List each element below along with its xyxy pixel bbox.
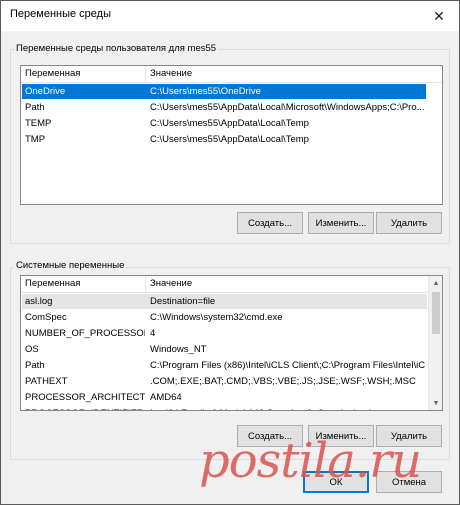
- column-separator[interactable]: [145, 66, 146, 83]
- cancel-button[interactable]: Отмена: [376, 471, 442, 493]
- environment-variables-dialog: Переменные среды ✕ Переменные среды поль…: [0, 0, 460, 505]
- title-bar[interactable]: Переменные среды ✕: [1, 1, 459, 31]
- list-row[interactable]: Path C:\Program Files (x86)\Intel\iCLS Cl…: [22, 358, 427, 373]
- list-row[interactable]: PROCESSOR_IDENTIFIER Intel64 Family 6 Mod…: [22, 406, 427, 410]
- column-header-value[interactable]: Значение: [150, 278, 192, 289]
- system-edit-button[interactable]: Изменить...: [308, 425, 374, 447]
- user-edit-button[interactable]: Изменить...: [308, 212, 374, 234]
- scroll-up-icon[interactable]: ▲: [429, 276, 442, 290]
- user-create-button[interactable]: Создать...: [237, 212, 303, 234]
- list-row[interactable]: OneDrive C:\Users\mes55\OneDrive: [22, 84, 426, 99]
- list-row[interactable]: ComSpec C:\Windows\system32\cmd.exe: [22, 310, 427, 325]
- variable-value: Destination=file: [150, 296, 216, 307]
- variable-name: PATHEXT: [25, 376, 68, 387]
- variable-value: C:\Users\mes55\OneDrive: [150, 86, 261, 97]
- close-icon[interactable]: ✕: [419, 1, 459, 31]
- user-delete-button[interactable]: Удалить: [376, 212, 442, 234]
- column-header-value[interactable]: Значение: [150, 68, 192, 79]
- variable-value: C:\Windows\system32\cmd.exe: [150, 312, 283, 323]
- scroll-down-icon[interactable]: ▼: [429, 396, 442, 410]
- system-list-scrollbar[interactable]: ▲ ▼: [428, 276, 442, 410]
- variable-name: Path: [25, 360, 45, 371]
- user-variables-list[interactable]: Переменная Значение OneDrive C:\Users\mes…: [20, 65, 443, 205]
- variable-name: TMP: [25, 134, 46, 145]
- variable-value: C:\Program Files (x86)\Intel\iCLS Client…: [150, 360, 425, 371]
- system-delete-button[interactable]: Удалить: [376, 425, 442, 447]
- list-row[interactable]: asl.log Destination=file: [22, 294, 427, 309]
- variable-name: NUMBER_OF_PROCESSORS: [25, 328, 145, 339]
- list-row[interactable]: Path C:\Users\mes55\AppData\Local\Microso…: [22, 100, 426, 115]
- system-variables-list[interactable]: Переменная Значение asl.log Destination=f…: [20, 275, 443, 411]
- scrollbar-thumb[interactable]: [432, 292, 440, 334]
- list-row[interactable]: OS Windows_NT: [22, 342, 427, 357]
- list-row[interactable]: TEMP C:\Users\mes55\AppData\Local\Temp: [22, 116, 426, 131]
- variable-name: asl.log: [25, 296, 53, 307]
- system-variables-label: Системные переменные: [14, 260, 127, 271]
- variable-value: AMD64: [150, 392, 182, 403]
- list-row[interactable]: TMP C:\Users\mes55\AppData\Local\Temp: [22, 132, 426, 147]
- variable-value: Windows_NT: [150, 344, 207, 355]
- column-header-variable[interactable]: Переменная: [25, 68, 80, 79]
- variable-value: Intel64 Family 6 Model 142 Stepping 9, G…: [150, 406, 425, 410]
- list-row[interactable]: PROCESSOR_ARCHITECTURE AMD64: [22, 390, 427, 405]
- user-list-header: Переменная Значение: [21, 66, 442, 83]
- variable-name: PROCESSOR_IDENTIFIER: [25, 406, 145, 410]
- ok-button[interactable]: ОК: [303, 471, 369, 493]
- variable-value: C:\Users\mes55\AppData\Local\Temp: [150, 118, 309, 129]
- variable-name: OS: [25, 344, 39, 355]
- variable-value: C:\Users\mes55\AppData\Local\Temp: [150, 134, 309, 145]
- column-separator[interactable]: [145, 276, 146, 293]
- variable-value: .COM;.EXE;.BAT;.CMD;.VBS;.VBE;.JS;.JSE;.…: [150, 376, 416, 387]
- list-row[interactable]: NUMBER_OF_PROCESSORS 4: [22, 326, 427, 341]
- variable-name: OneDrive: [25, 86, 66, 97]
- system-create-button[interactable]: Создать...: [237, 425, 303, 447]
- variable-name: ComSpec: [25, 312, 67, 323]
- list-row[interactable]: PATHEXT .COM;.EXE;.BAT;.CMD;.VBS;.VBE;.JS…: [22, 374, 427, 389]
- variable-name: Path: [25, 102, 45, 113]
- variable-value: 4: [150, 328, 156, 339]
- variable-value: C:\Users\mes55\AppData\Local\Microsoft\W…: [150, 102, 424, 113]
- user-variables-label: Переменные среды пользователя для mes55: [14, 43, 219, 54]
- system-list-header: Переменная Значение: [21, 276, 428, 293]
- variable-name: TEMP: [25, 118, 52, 129]
- window-title: Переменные среды: [10, 8, 111, 20]
- variable-name: PROCESSOR_ARCHITECTURE: [25, 392, 145, 403]
- column-header-variable[interactable]: Переменная: [25, 278, 80, 289]
